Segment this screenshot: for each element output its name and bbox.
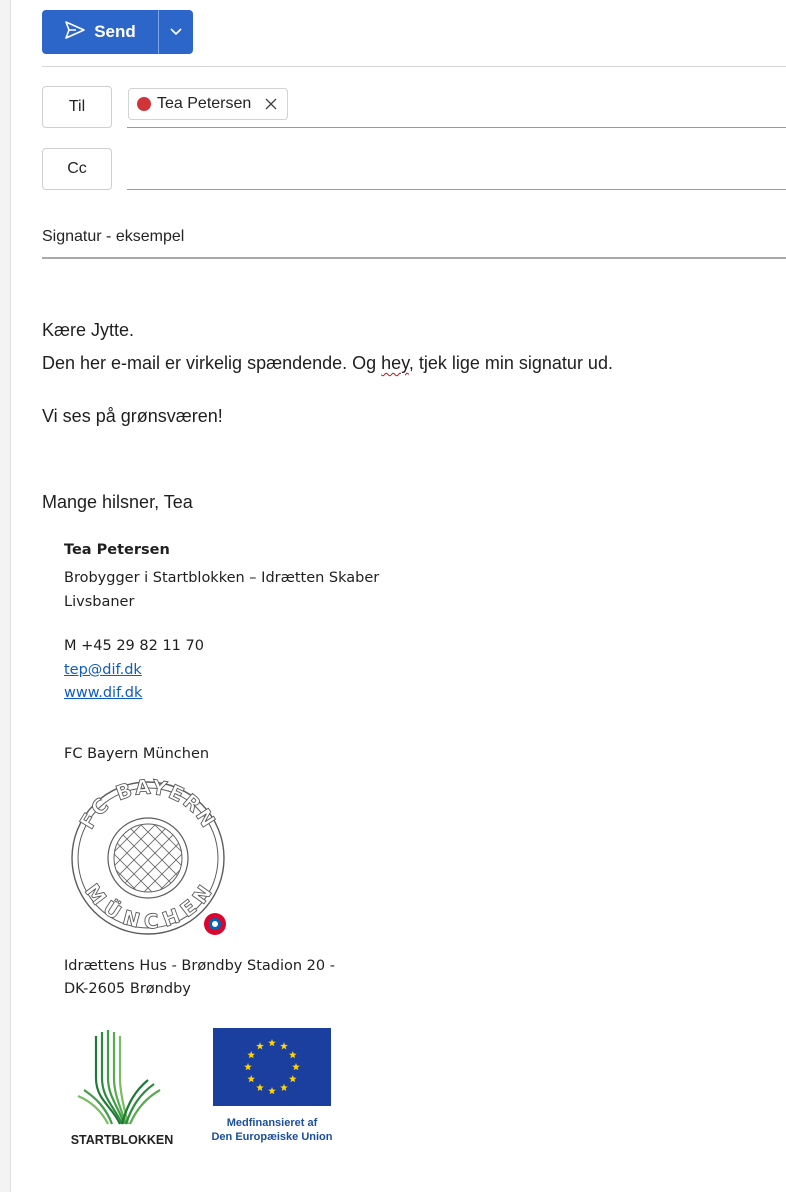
recipient-chip[interactable]: Tea Petersen bbox=[128, 88, 289, 120]
body-line-1-part-b: , tjek lige min signatur ud. bbox=[408, 353, 613, 373]
to-button[interactable]: Til bbox=[42, 86, 112, 128]
body-line-2[interactable]: Vi ses på grønsværen! bbox=[42, 406, 223, 427]
cc-label: Cc bbox=[67, 160, 87, 177]
signature-name: Tea Petersen bbox=[64, 542, 170, 558]
toolbar-divider bbox=[42, 66, 786, 67]
bayern-small-badge-icon bbox=[204, 913, 226, 935]
signature-title-2: Livsbaner bbox=[64, 594, 135, 610]
eu-logo-text-2: Den Europæiske Union bbox=[211, 1131, 332, 1143]
subject-input[interactable]: Signatur - eksempel bbox=[42, 228, 184, 246]
subject-underline bbox=[42, 257, 786, 259]
eu-flag-logo: Medfinansieret af Den Europæiske Union bbox=[211, 1028, 333, 1143]
body-line-1-part-a: Den her e-mail er virkelig spændende. Og bbox=[42, 353, 382, 373]
startblokken-logo: STARTBLOKKEN bbox=[71, 1030, 174, 1147]
body-closing[interactable]: Mange hilsner, Tea bbox=[42, 492, 193, 513]
remove-recipient-icon[interactable] bbox=[265, 98, 277, 110]
send-button-group: Send bbox=[42, 10, 193, 54]
signature-title-1: Brobygger i Startblokken – Idrætten Skab… bbox=[64, 570, 380, 586]
cc-button[interactable]: Cc bbox=[42, 148, 112, 190]
signature-address-1: Idrættens Hus - Brøndby Stadion 20 - bbox=[64, 958, 335, 974]
left-rail bbox=[0, 0, 11, 1192]
bayern-crest-logo: FC BAYERN MÜNCHEN bbox=[71, 774, 226, 935]
chevron-down-icon bbox=[170, 23, 182, 41]
signature-email-link[interactable]: tep@dif.dk bbox=[64, 662, 142, 678]
body-greeting[interactable]: Kære Jytte. bbox=[42, 320, 134, 341]
recipient-name: Tea Petersen bbox=[157, 95, 252, 112]
misspelled-word[interactable]: hey bbox=[381, 353, 409, 373]
signature-address-2: DK-2605 Brøndby bbox=[64, 981, 191, 997]
send-options-dropdown[interactable] bbox=[159, 10, 193, 54]
send-button[interactable]: Send bbox=[42, 10, 158, 54]
send-label: Send bbox=[94, 22, 136, 41]
cc-field[interactable] bbox=[127, 189, 786, 190]
signature-club: FC Bayern München bbox=[64, 746, 210, 762]
presence-dot bbox=[137, 97, 151, 111]
send-icon bbox=[64, 20, 86, 45]
startblokken-logo-text: STARTBLOKKEN bbox=[71, 1133, 174, 1147]
eu-logo-text-1: Medfinansieret af bbox=[227, 1117, 318, 1129]
body-line-1[interactable]: Den her e-mail er virkelig spændende. Og… bbox=[42, 353, 613, 374]
signature-website-link[interactable]: www.dif.dk bbox=[64, 685, 142, 701]
to-field[interactable] bbox=[127, 127, 786, 128]
signature-phone: M +45 29 82 11 70 bbox=[64, 638, 204, 654]
to-label: Til bbox=[68, 98, 86, 115]
